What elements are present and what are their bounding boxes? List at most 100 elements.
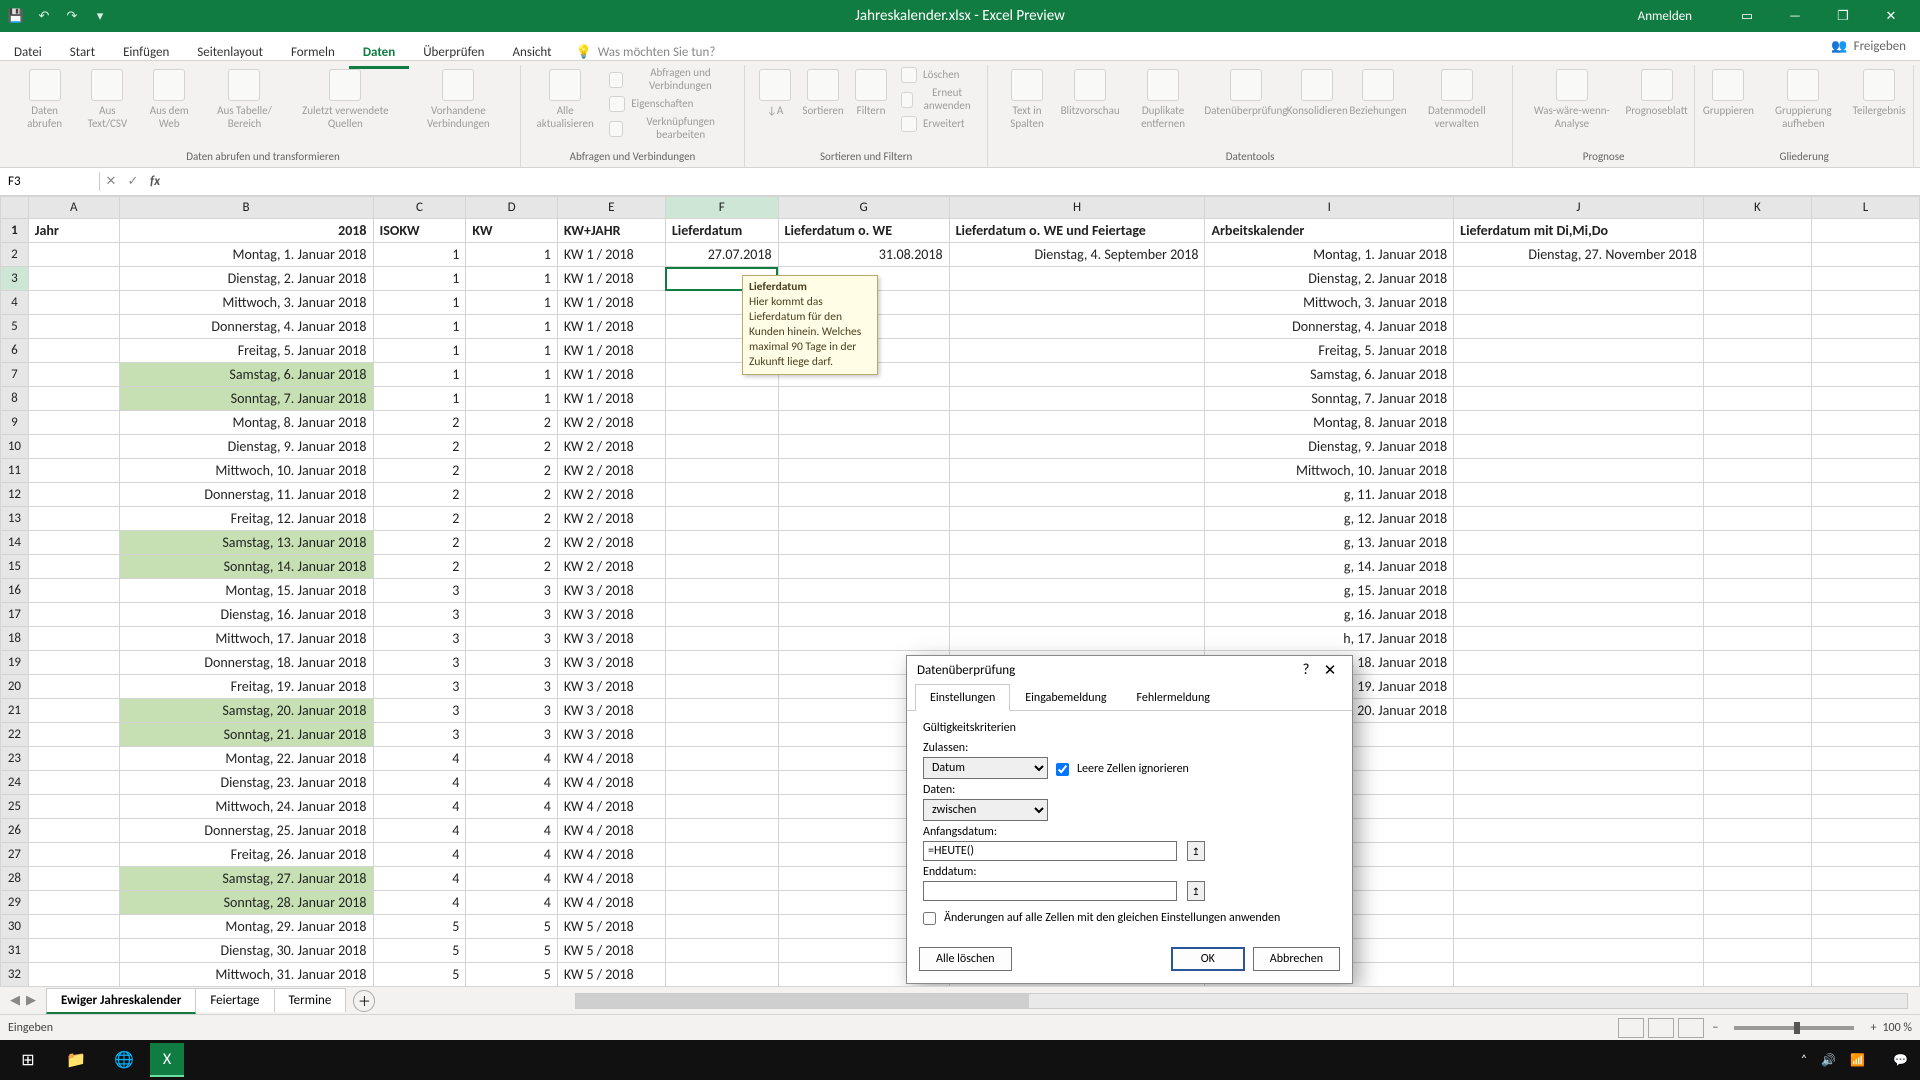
cell[interactable] [1454,675,1704,699]
cell[interactable] [1811,219,1919,243]
cell[interactable] [28,603,119,627]
cell[interactable]: KW 5 / 2018 [557,963,665,987]
task-explorer[interactable]: 📁 [54,1043,98,1077]
qat-more-icon[interactable]: ▾ [90,6,110,26]
row-header[interactable]: 24 [1,771,29,795]
checkbox-ignore-blank[interactable]: Leere Zellen ignorieren [1056,762,1189,776]
cell[interactable] [1703,555,1811,579]
cell[interactable] [1811,891,1919,915]
cell[interactable] [28,699,119,723]
maximize-icon[interactable]: ❐ [1820,1,1866,31]
cell[interactable] [1811,267,1919,291]
cell[interactable]: KW 2 / 2018 [557,555,665,579]
cell[interactable]: KW 4 / 2018 [557,867,665,891]
cell[interactable] [1454,867,1704,891]
cell[interactable]: 3 [466,723,557,747]
cell[interactable]: 2 [466,435,557,459]
cell[interactable] [949,603,1205,627]
cell[interactable] [28,459,119,483]
cell[interactable]: Dienstag, 2. Januar 2018 [119,267,373,291]
row-header[interactable]: 22 [1,723,29,747]
ribbon-tool-6[interactable]: Datenmodell verwalten [1410,65,1504,148]
cell[interactable] [1703,531,1811,555]
cell[interactable] [949,387,1205,411]
row-header[interactable]: 28 [1,867,29,891]
cell[interactable] [665,915,778,939]
cell[interactable] [1703,243,1811,267]
cell[interactable]: 2 [466,483,557,507]
ribbon-forecast-0[interactable]: Was-wäre-wenn- Analyse [1521,65,1623,148]
ribbon-outline-0[interactable]: Gruppieren [1703,65,1753,148]
cell[interactable]: Dienstag, 16. Januar 2018 [119,603,373,627]
cell[interactable] [665,507,778,531]
cell[interactable]: 2 [466,411,557,435]
view-normal-icon[interactable] [1618,1018,1644,1038]
cell[interactable]: g, 15. Januar 2018 [1205,579,1454,603]
cell[interactable]: Donnerstag, 4. Januar 2018 [119,315,373,339]
cell[interactable]: KW 2 / 2018 [557,435,665,459]
cell[interactable]: Montag, 15. Januar 2018 [119,579,373,603]
cell[interactable]: KW 3 / 2018 [557,579,665,603]
cell[interactable] [28,267,119,291]
tray-network-icon[interactable]: 📶 [1850,1053,1865,1068]
dialog-close-icon[interactable]: ✕ [1318,661,1342,680]
cell[interactable]: 5 [466,963,557,987]
cell[interactable] [665,555,778,579]
cell[interactable] [1703,339,1811,363]
cell[interactable]: 1 [373,339,466,363]
cell[interactable] [28,507,119,531]
cell[interactable]: Freitag, 5. Januar 2018 [1205,339,1454,363]
cell[interactable]: KW 4 / 2018 [557,891,665,915]
cell[interactable]: Dienstag, 27. November 2018 [1454,243,1704,267]
cell[interactable]: Lieferdatum [665,219,778,243]
cell[interactable]: 2 [373,555,466,579]
cell[interactable]: 2 [466,531,557,555]
cell[interactable] [778,387,949,411]
cell[interactable] [1811,675,1919,699]
cell[interactable] [949,363,1205,387]
cell[interactable] [1811,651,1919,675]
cell[interactable] [778,579,949,603]
cell[interactable]: 4 [373,771,466,795]
row-header[interactable]: 31 [1,939,29,963]
cell[interactable]: Mittwoch, 10. Januar 2018 [1205,459,1454,483]
cell[interactable] [1703,963,1811,987]
cell[interactable] [28,291,119,315]
cell[interactable] [778,435,949,459]
cell[interactable] [1703,627,1811,651]
dialog-tab-2[interactable]: Fehlermeldung [1122,684,1225,711]
cell[interactable] [1811,315,1919,339]
cell[interactable] [1811,843,1919,867]
ribbon-tool-0[interactable]: Text in Spalten [996,65,1057,148]
cell[interactable]: Dienstag, 9. Januar 2018 [119,435,373,459]
cell[interactable] [949,507,1205,531]
dialog-tab-0[interactable]: Einstellungen [915,684,1010,711]
cell[interactable] [1703,651,1811,675]
cell[interactable]: KW+JAHR [557,219,665,243]
cell[interactable]: 2 [373,507,466,531]
cell[interactable]: 1 [466,339,557,363]
tray-volume-icon[interactable]: 🔊 [1821,1053,1836,1068]
cell[interactable] [1703,315,1811,339]
cell[interactable] [949,627,1205,651]
cell[interactable] [665,771,778,795]
cell[interactable] [1703,387,1811,411]
cell[interactable] [28,723,119,747]
sheet-tab-2[interactable]: Termine [274,988,347,1012]
cell[interactable] [1703,843,1811,867]
cell[interactable] [1811,531,1919,555]
menu-tab-seitenlayout[interactable]: Seitenlayout [183,39,277,66]
col-header-B[interactable]: B [119,197,373,219]
cell[interactable]: 4 [373,795,466,819]
cell[interactable] [665,843,778,867]
col-header-D[interactable]: D [466,197,557,219]
cell[interactable]: 3 [466,579,557,603]
cell[interactable]: KW 3 / 2018 [557,699,665,723]
cell[interactable] [665,891,778,915]
cell[interactable] [778,507,949,531]
cell[interactable] [1811,579,1919,603]
cell[interactable]: Donnerstag, 4. Januar 2018 [1205,315,1454,339]
cell[interactable]: 1 [466,363,557,387]
col-header-J[interactable]: J [1454,197,1704,219]
cell[interactable] [665,723,778,747]
